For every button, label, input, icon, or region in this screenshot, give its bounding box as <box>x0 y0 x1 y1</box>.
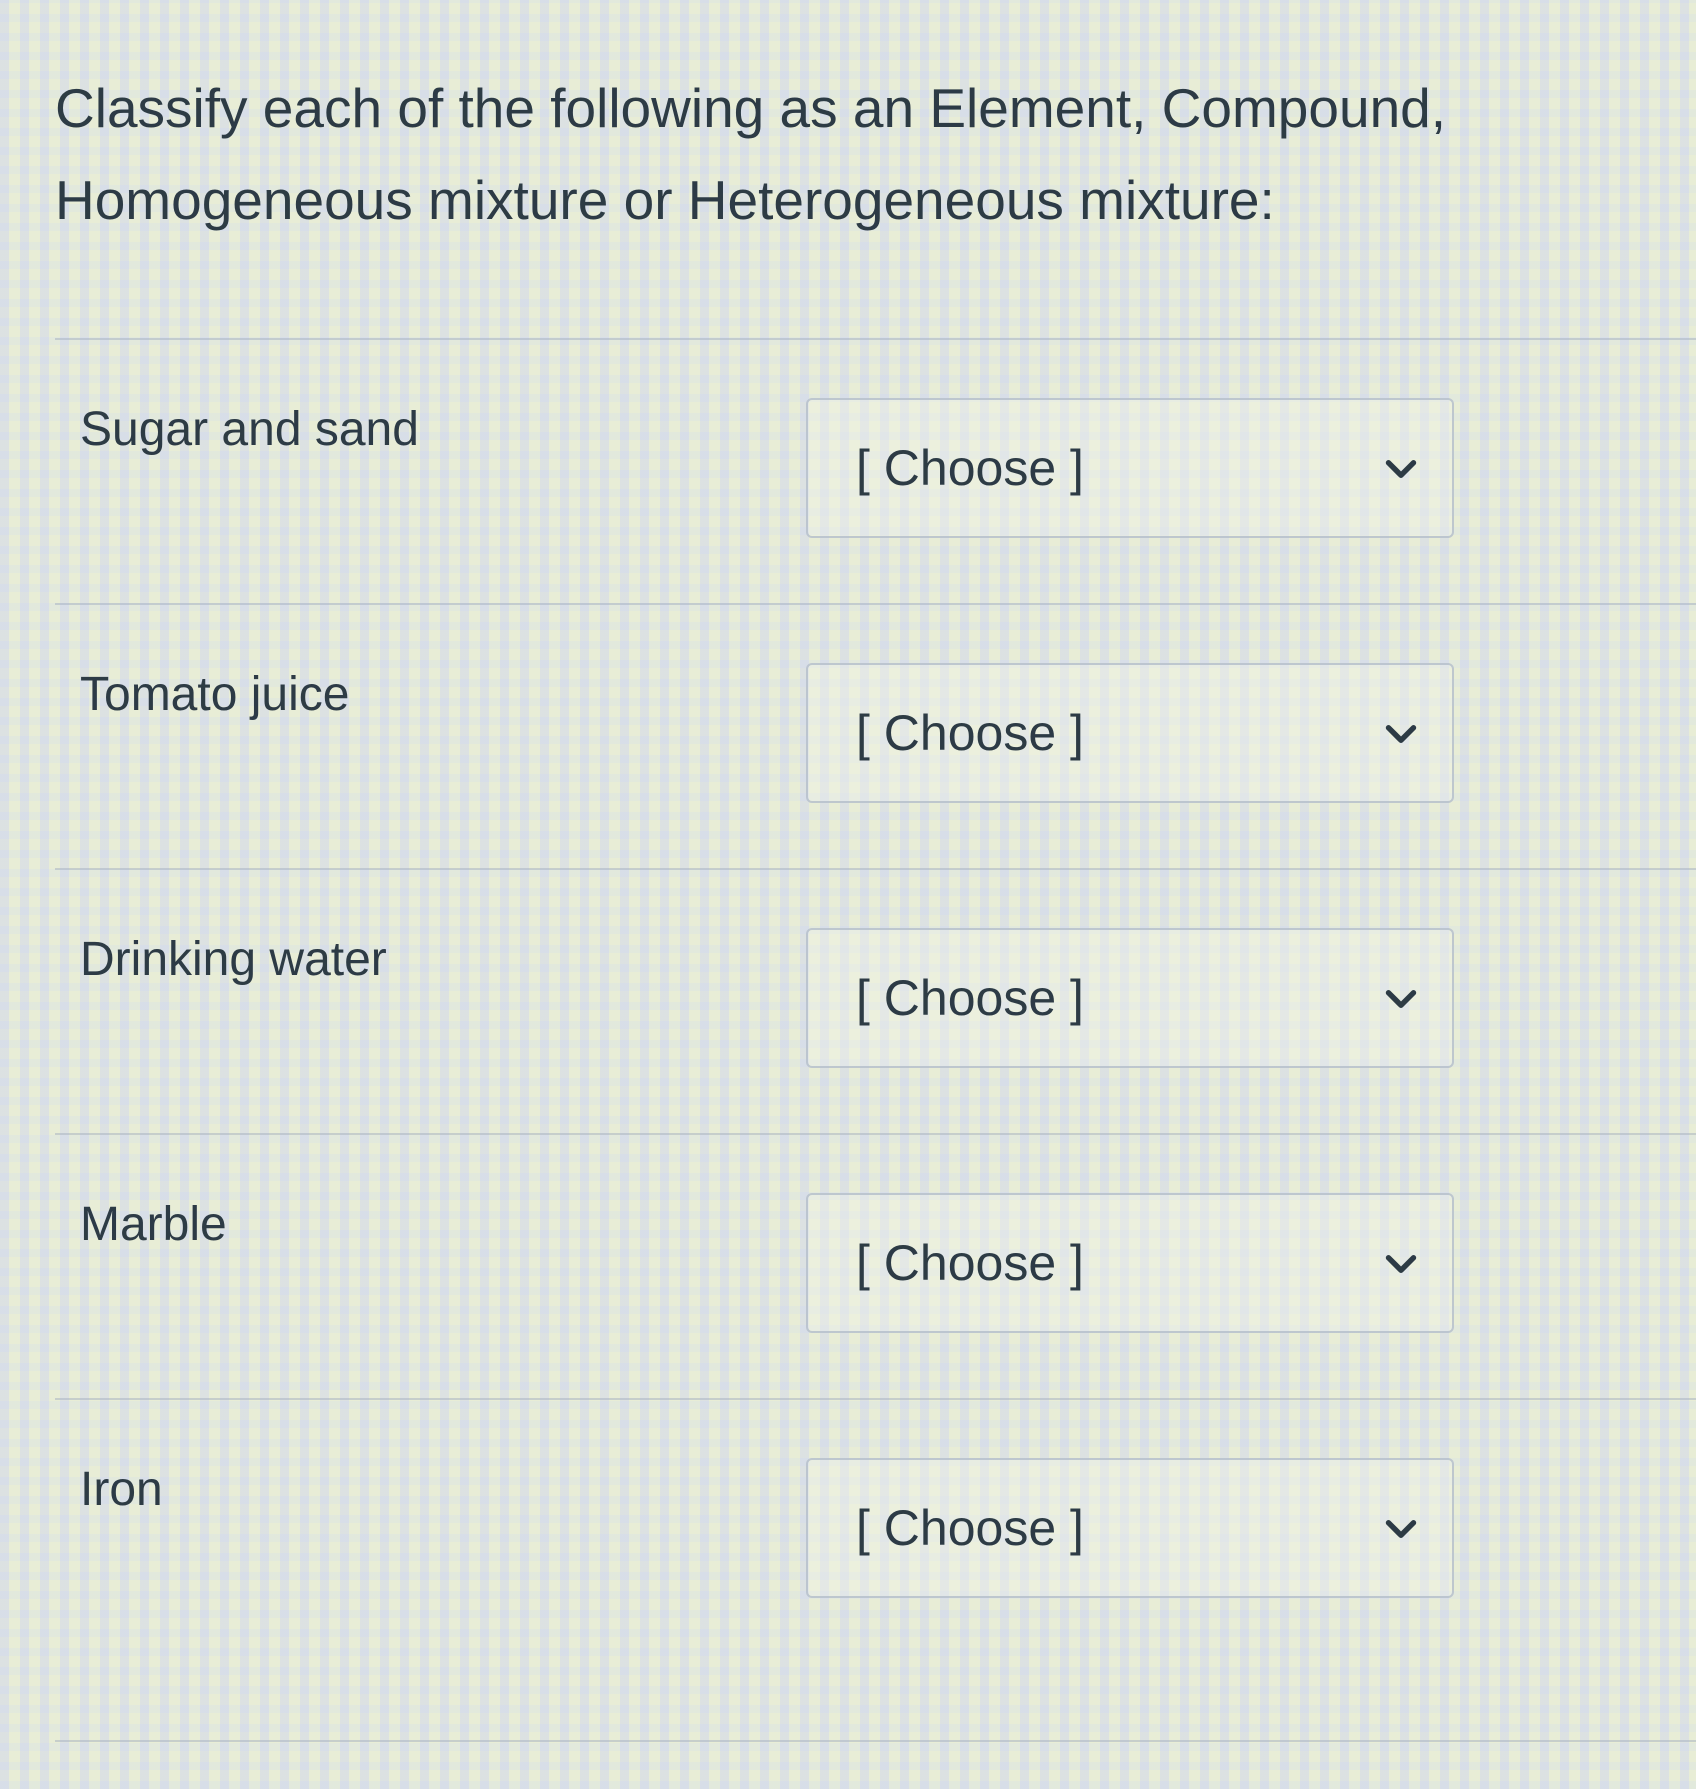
row-label: Tomato juice <box>80 668 350 721</box>
chevron-down-icon <box>1385 460 1417 478</box>
answer-row-tomato-juice: Tomato juice [ Choose ] <box>0 605 1696 869</box>
classification-dropdown[interactable]: [ Choose ] <box>806 1458 1454 1598</box>
chevron-down-icon <box>1385 1520 1417 1538</box>
answer-row-sugar-and-sand: Sugar and sand [ Choose ] <box>0 340 1696 604</box>
answer-row-drinking-water: Drinking water [ Choose ] <box>0 870 1696 1134</box>
row-label: Marble <box>80 1198 227 1251</box>
dropdown-selected-value: [ Choose ] <box>856 1500 1084 1556</box>
chevron-down-icon <box>1385 990 1417 1008</box>
classification-dropdown[interactable]: [ Choose ] <box>806 928 1454 1068</box>
dropdown-selected-value: [ Choose ] <box>856 1235 1084 1291</box>
row-label: Sugar and sand <box>80 403 419 456</box>
classification-dropdown[interactable]: [ Choose ] <box>806 398 1454 538</box>
question-prompt-line-1: Classify each of the following as an Ele… <box>55 77 1447 139</box>
classification-dropdown[interactable]: [ Choose ] <box>806 1193 1454 1333</box>
dropdown-selected-value: [ Choose ] <box>856 440 1084 496</box>
chevron-down-icon <box>1385 1255 1417 1273</box>
row-label: Drinking water <box>80 933 387 986</box>
chevron-down-icon <box>1385 725 1417 743</box>
dropdown-selected-value: [ Choose ] <box>856 705 1084 761</box>
answer-row-marble: Marble [ Choose ] <box>0 1135 1696 1399</box>
row-label: Iron <box>80 1463 163 1516</box>
row-divider <box>55 1740 1696 1742</box>
dropdown-selected-value: [ Choose ] <box>856 970 1084 1026</box>
question-prompt: Classify each of the following as an Ele… <box>55 62 1615 246</box>
question-prompt-line-2: Homogeneous mixture or Heterogeneous mix… <box>55 169 1275 231</box>
classification-dropdown[interactable]: [ Choose ] <box>806 663 1454 803</box>
answer-row-iron: Iron [ Choose ] <box>0 1400 1696 1664</box>
